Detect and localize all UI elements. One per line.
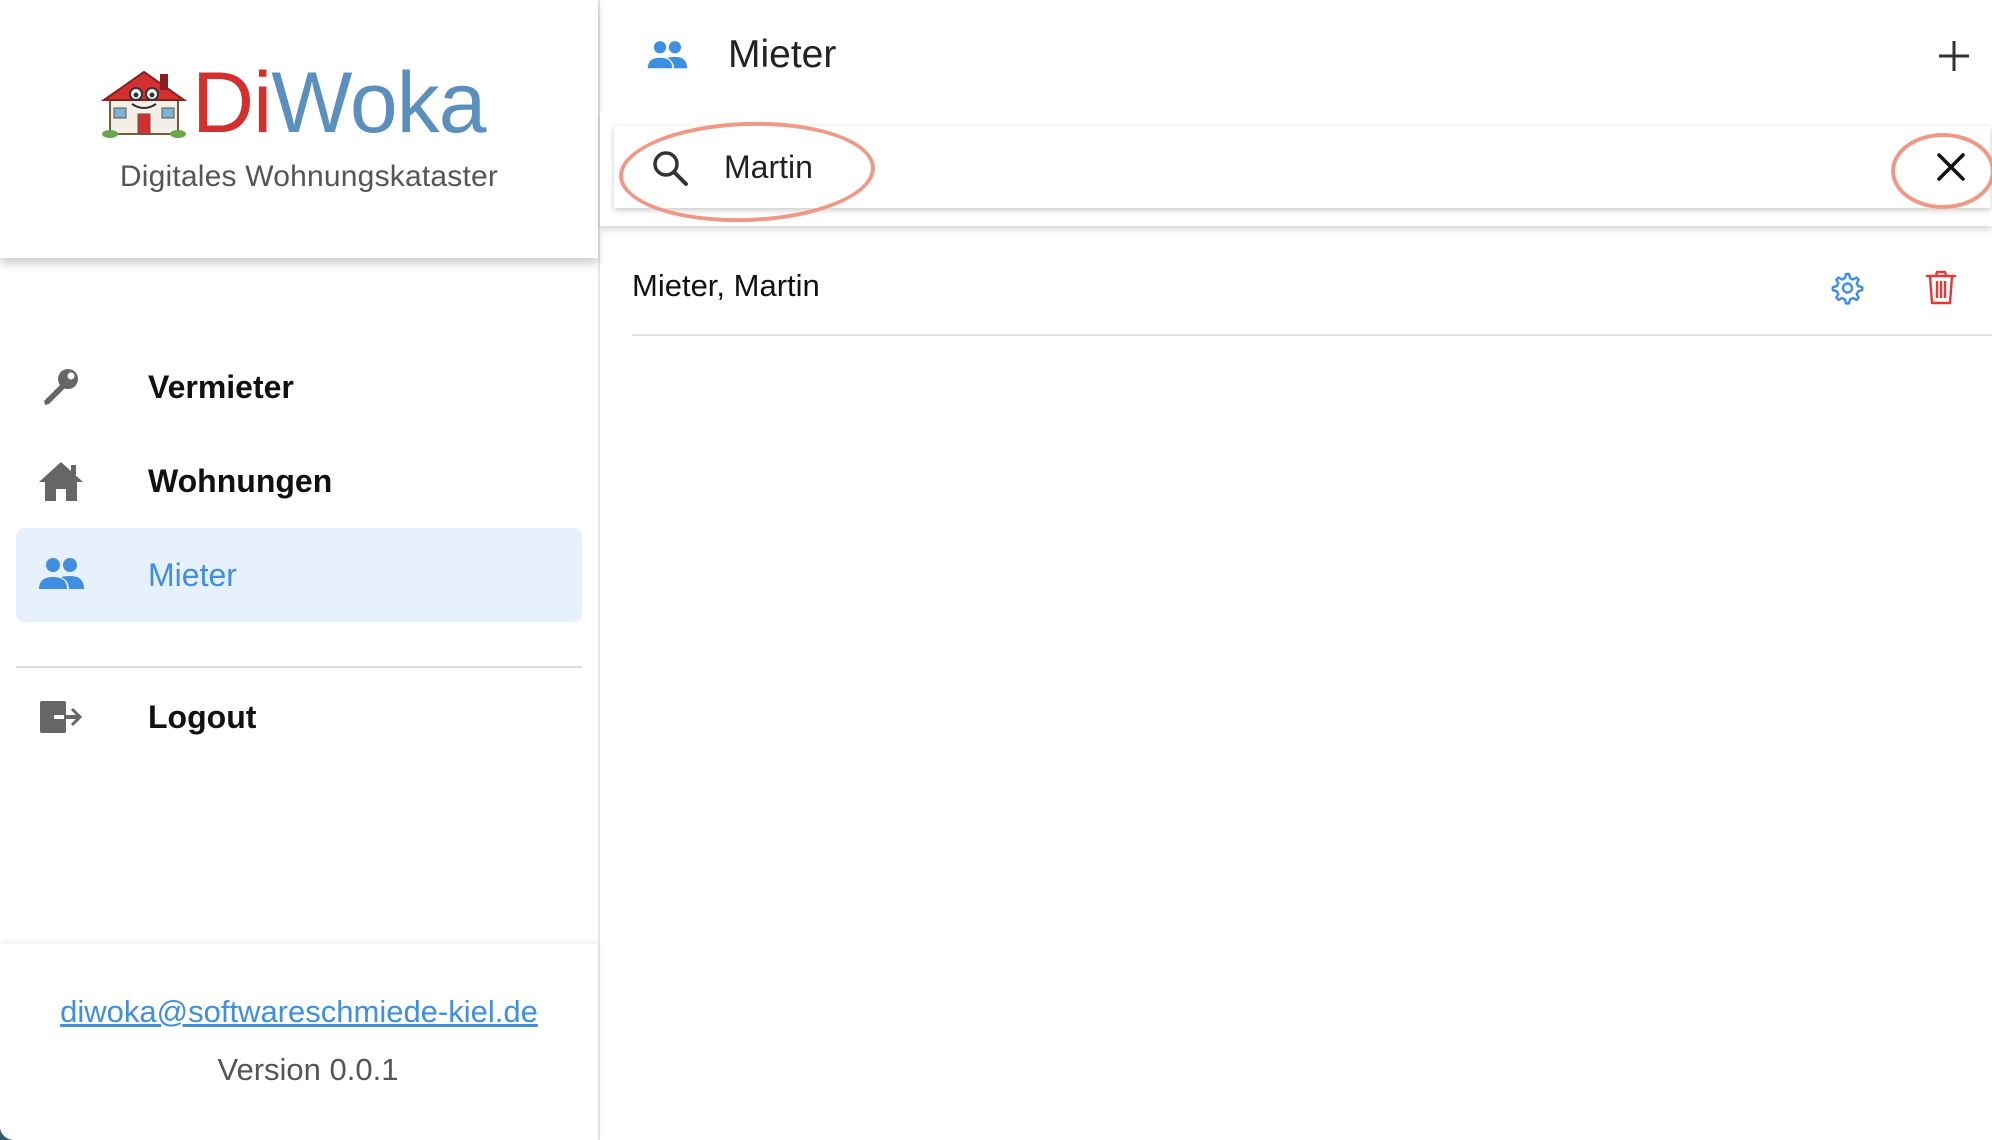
logout-section: Logout xyxy=(16,670,582,764)
app-version: Version 0.0.1 xyxy=(217,1052,399,1087)
home-icon xyxy=(36,456,86,506)
nav-divider xyxy=(16,666,582,668)
add-tenant-button[interactable] xyxy=(1926,28,1982,84)
sidebar-item-label: Mieter xyxy=(148,556,237,593)
plus-icon xyxy=(1939,41,1969,71)
search-bar xyxy=(614,126,1990,208)
search-bar-container xyxy=(600,112,1992,226)
page-header: Mieter xyxy=(600,0,1992,112)
logout-icon xyxy=(36,692,86,742)
search-icon xyxy=(653,151,688,186)
sidebar-item-vermieter[interactable]: Vermieter xyxy=(16,340,582,434)
gear-icon[interactable] xyxy=(1828,270,1864,306)
logo: Di Woka xyxy=(100,55,487,151)
table-row[interactable]: Mieter, Martin xyxy=(632,246,1992,336)
sidebar-nav: Vermieter Wohnungen Mieter xyxy=(16,340,582,622)
close-icon xyxy=(1937,153,1965,181)
sidebar-item-logout[interactable]: Logout xyxy=(16,670,582,764)
brand-header: Di Woka Digitales Wohnungskataster xyxy=(0,0,598,258)
page-title: Mieter xyxy=(728,33,837,76)
people-icon xyxy=(647,41,688,69)
brand-subtitle: Digitales Wohnungskataster xyxy=(119,160,499,193)
tenant-name: Mieter, Martin xyxy=(632,268,820,303)
brand-name-di: Di xyxy=(192,55,272,151)
house-mascot-icon xyxy=(100,70,188,138)
brand-name-woka: Woka xyxy=(271,55,486,151)
people-icon xyxy=(36,550,86,600)
sidebar-item-label: Vermieter xyxy=(148,368,294,405)
sidebar-item-label: Wohnungen xyxy=(148,462,333,499)
sidebar: Di Woka Digitales Wohnungskataster Vermie… xyxy=(0,0,600,1140)
sidebar-footer xyxy=(0,944,598,1140)
sidebar-item-mieter[interactable]: Mieter xyxy=(16,528,582,622)
trash-icon[interactable] xyxy=(1924,270,1958,306)
search-input[interactable] xyxy=(724,142,1874,192)
sidebar-item-label: Logout xyxy=(148,698,257,735)
clear-search-button[interactable] xyxy=(1930,146,1972,188)
sidebar-item-wohnungen[interactable]: Wohnungen xyxy=(16,434,582,528)
main-content: Mieter Martin Mieter, Martin xyxy=(600,0,1992,1140)
key-icon xyxy=(36,362,86,412)
app-window: Di Woka Digitales Wohnungskataster Vermie… xyxy=(0,0,1992,1140)
contact-email-link[interactable]: diwoka@softwareschmiede-kiel.de xyxy=(0,994,598,1030)
